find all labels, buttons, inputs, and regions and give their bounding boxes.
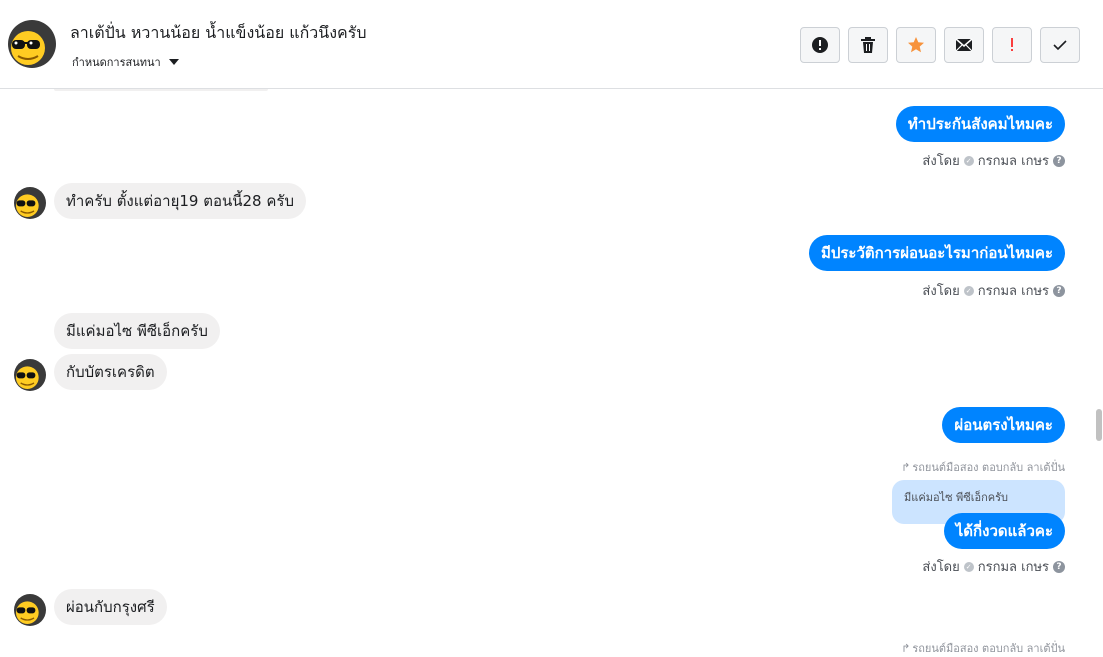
sender-name: กรกมล เกษร xyxy=(977,560,1049,575)
reply-note-text: รถยนต์มือสอง ตอบกลับ ลาเต้ปั่น xyxy=(912,642,1065,655)
avatar[interactable] xyxy=(8,20,56,68)
mark-unread-button[interactable] xyxy=(944,27,984,63)
reply-arrow-icon: ↱ xyxy=(901,641,911,655)
outgoing-message[interactable]: มีประวัติการผ่อนอะไรมาก่อนไหมคะ xyxy=(808,235,1065,271)
message-thread[interactable]: ทำประกันสังคมไหมคะ ส่งโดย ✓ กรกมล เกษร ?… xyxy=(0,89,1095,655)
done-button[interactable] xyxy=(1040,27,1080,63)
avatar[interactable] xyxy=(14,187,46,219)
caret-down-icon xyxy=(168,59,179,65)
emoji-avatar-icon xyxy=(8,20,56,68)
help-icon[interactable]: ? xyxy=(1053,154,1065,167)
sent-by-label: ส่งโดย ✓ กรกมล เกษร ? xyxy=(922,280,1065,301)
reply-note-text: รถยนต์มือสอง ตอบกลับ ลาเต้ปั่น xyxy=(912,461,1065,474)
action-toolbar xyxy=(800,27,1080,63)
incoming-message[interactable]: ทำครับ ตั้งแต่อายุ19 ตอนนี้28 ครับ xyxy=(54,183,306,219)
sent-by-prefix: ส่งโดย xyxy=(922,284,960,299)
conversation-settings-label: กำหนดการสนทนา xyxy=(72,56,161,69)
check-circle-icon: ✓ xyxy=(963,155,974,166)
check-circle-icon: ✓ xyxy=(963,561,974,572)
emoji-avatar-icon xyxy=(14,594,46,626)
exclamation-icon xyxy=(1011,38,1013,51)
outgoing-message[interactable]: ผ่อนตรงไหมคะ xyxy=(942,407,1065,443)
sender-name: กรกมล เกษร xyxy=(977,284,1049,299)
star-button[interactable] xyxy=(896,27,936,63)
conversation-settings-dropdown[interactable]: กำหนดการสนทนา xyxy=(72,53,179,71)
check-icon xyxy=(1053,40,1067,51)
incoming-message[interactable]: มีแค่มอไซ พีซีเอ็กครับ xyxy=(54,313,220,349)
sent-by-label: ส่งโดย ✓ กรกมล เกษร ? xyxy=(922,150,1065,171)
scrollbar-thumb[interactable] xyxy=(1096,409,1102,441)
outgoing-message[interactable]: ทำประกันสังคมไหมคะ xyxy=(895,106,1065,142)
reply-note: ↱ รถยนต์มือสอง ตอบกลับ ลาเต้ปั่น xyxy=(901,639,1065,657)
page-title: ลาเต้ปั่น หวานน้อย น้ำแข็งน้อย แก้วนึงคร… xyxy=(70,23,367,42)
help-icon[interactable]: ? xyxy=(1053,284,1065,297)
sent-by-prefix: ส่งโดย xyxy=(922,560,960,575)
envelope-icon xyxy=(955,38,973,52)
sent-by-prefix: ส่งโดย xyxy=(922,154,960,169)
emoji-avatar-icon xyxy=(14,187,46,219)
incoming-message[interactable]: กับบัตรเครดิต xyxy=(54,354,167,390)
previous-message-edge xyxy=(54,89,268,91)
avatar[interactable] xyxy=(14,594,46,626)
incoming-message[interactable]: ผ่อนกับกรุงศรี xyxy=(54,589,167,625)
trash-icon xyxy=(861,37,875,53)
spam-button[interactable] xyxy=(800,27,840,63)
avatar[interactable] xyxy=(14,359,46,391)
scrollbar[interactable] xyxy=(1096,89,1102,651)
star-icon xyxy=(908,37,924,53)
conversation-header: ลาเต้ปั่น หวานน้อย น้ำแข็งน้อย แก้วนึงคร… xyxy=(0,0,1103,89)
exclamation-circle-icon xyxy=(812,37,828,53)
emoji-avatar-icon xyxy=(14,359,46,391)
sent-by-label: ส่งโดย ✓ กรกมล เกษร ? xyxy=(922,556,1065,577)
check-circle-icon: ✓ xyxy=(963,285,974,296)
reply-arrow-icon: ↱ xyxy=(901,460,911,474)
delete-button[interactable] xyxy=(848,27,888,63)
reply-note: ↱ รถยนต์มือสอง ตอบกลับ ลาเต้ปั่น xyxy=(901,458,1065,476)
follow-up-button[interactable] xyxy=(992,27,1032,63)
outgoing-message[interactable]: ได้กี่งวดแล้วคะ xyxy=(943,513,1065,549)
sender-name: กรกมล เกษร xyxy=(977,154,1049,169)
help-icon[interactable]: ? xyxy=(1053,560,1065,573)
